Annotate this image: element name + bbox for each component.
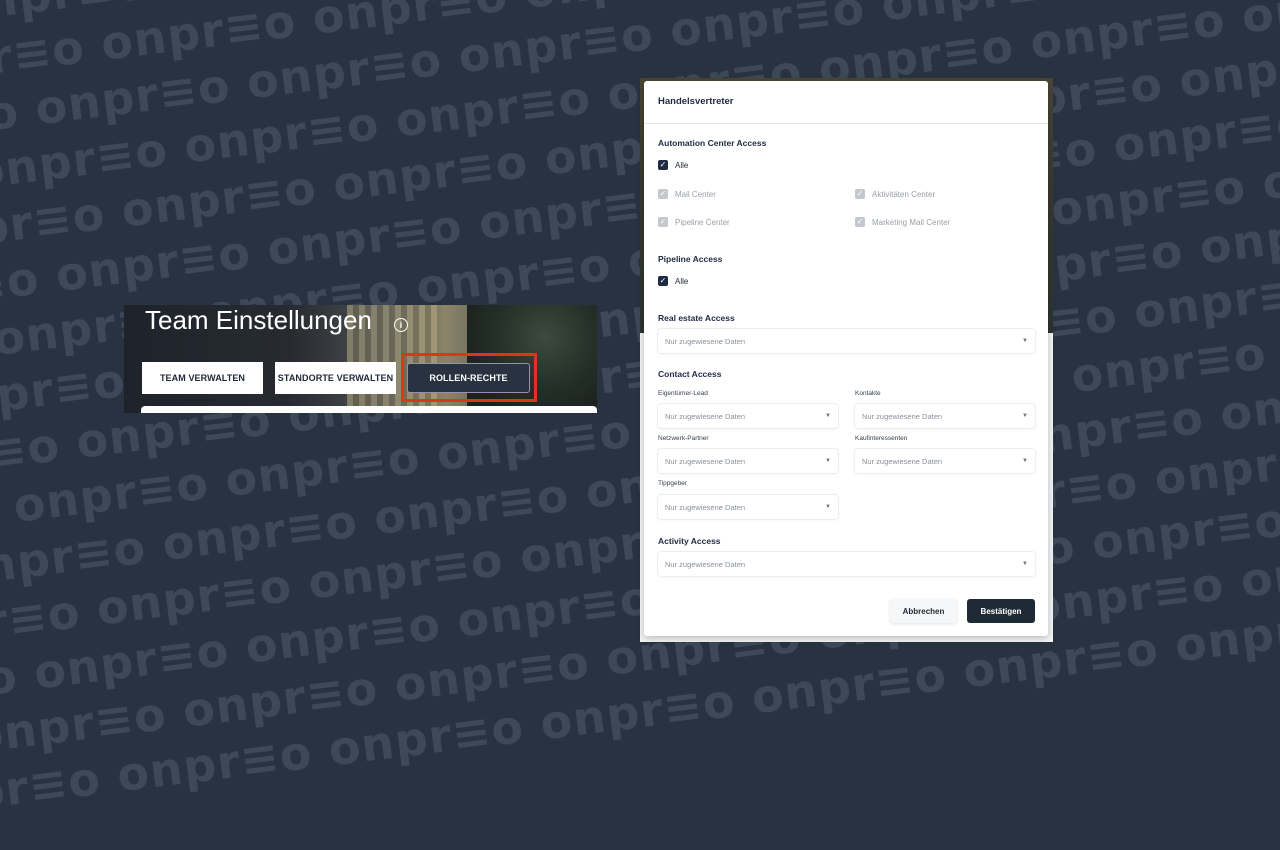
check-icon: ✓: [658, 160, 668, 170]
contact-section-title: Contact Access: [658, 369, 722, 379]
tippgeber-label: Tippgeber: [658, 480, 688, 487]
netzwerk-partner-label: Netzwerk-Partner: [658, 435, 709, 442]
eigentuemer-lead-select[interactable]: Nur zugewiesene Daten ▼: [658, 404, 838, 428]
role-permissions-dialog: Handelsvertreter Automation Center Acces…: [644, 81, 1048, 636]
checkbox-label: Marketing Mail Center: [872, 217, 951, 227]
select-value: Nur zugewiesene Daten: [665, 502, 746, 512]
automation-all-checkbox[interactable]: ✓ Alle: [658, 160, 688, 170]
select-value: Nur zugewiesene Daten: [665, 411, 746, 421]
tab-standorte-verwalten[interactable]: STANDORTE VERWALTEN: [275, 362, 396, 394]
chevron-down-icon: ▼: [825, 504, 831, 510]
team-settings-header: Team Einstellungen i TEAM VERWALTEN STAN…: [124, 305, 597, 413]
select-value: Nur zugewiesene Daten: [665, 559, 746, 569]
chevron-down-icon: ▼: [1022, 338, 1028, 344]
aktivitaeten-center-checkbox[interactable]: ✓ Aktivitäten Center: [855, 189, 935, 199]
chevron-down-icon: ▼: [1022, 561, 1028, 567]
eigentuemer-lead-label: Eigentümer-Lead: [658, 390, 708, 397]
checkbox-label: Alle: [675, 160, 689, 170]
check-icon: ✓: [658, 189, 668, 199]
chevron-down-icon: ▼: [825, 458, 831, 464]
pipeline-section-title: Pipeline Access: [658, 254, 723, 264]
automation-section-title: Automation Center Access: [658, 138, 767, 148]
cancel-button[interactable]: Abbrechen: [890, 599, 957, 623]
check-icon: ✓: [658, 217, 668, 227]
netzwerk-partner-select[interactable]: Nur zugewiesene Daten ▼: [658, 449, 838, 473]
pipeline-center-checkbox[interactable]: ✓ Pipeline Center: [658, 217, 730, 227]
mail-center-checkbox[interactable]: ✓ Mail Center: [658, 189, 716, 199]
page-title: Team Einstellungen: [145, 305, 372, 335]
select-value: Nur zugewiesene Daten: [665, 336, 746, 346]
chevron-down-icon: ▼: [1022, 413, 1028, 419]
dialog-header: Handelsvertreter: [644, 81, 1048, 124]
check-icon: ✓: [658, 276, 668, 286]
tab-team-verwalten[interactable]: TEAM VERWALTEN: [142, 362, 263, 394]
checkbox-label: Alle: [675, 276, 689, 286]
checkbox-label: Mail Center: [675, 189, 716, 199]
kontakte-select[interactable]: Nur zugewiesene Daten ▼: [855, 404, 1035, 428]
checkbox-label: Aktivitäten Center: [872, 189, 936, 199]
tippgeber-select[interactable]: Nur zugewiesene Daten ▼: [658, 495, 838, 519]
activity-select[interactable]: Nur zugewiesene Daten ▼: [658, 552, 1035, 576]
select-value: Nur zugewiesene Daten: [665, 456, 746, 466]
content-card-edge: [141, 406, 597, 413]
info-icon[interactable]: i: [394, 318, 408, 332]
check-icon: ✓: [855, 189, 865, 199]
check-icon: ✓: [855, 217, 865, 227]
chevron-down-icon: ▼: [1022, 458, 1028, 464]
activity-section-title: Activity Access: [658, 536, 721, 546]
watermark-row: onpr≡o onpr≡o onpr≡o onpr≡o onpr≡o onpr≡…: [0, 0, 1280, 60]
kaufinteressenten-select[interactable]: Nur zugewiesene Daten ▼: [855, 449, 1035, 473]
pipeline-all-checkbox[interactable]: ✓ Alle: [658, 276, 688, 286]
kontakte-label: Kontakte: [855, 390, 881, 397]
checkbox-label: Pipeline Center: [675, 217, 730, 227]
confirm-button[interactable]: Bestätigen: [967, 599, 1035, 623]
chevron-down-icon: ▼: [825, 413, 831, 419]
select-value: Nur zugewiesene Daten: [862, 456, 943, 466]
dialog-title: Handelsvertreter: [658, 96, 734, 107]
real-estate-section-title: Real estate Access: [658, 313, 735, 323]
highlight-marker: [401, 353, 537, 402]
kaufinteressenten-label: Kaufinteressenten: [855, 435, 908, 442]
marketing-mail-center-checkbox[interactable]: ✓ Marketing Mail Center: [855, 217, 950, 227]
real-estate-select[interactable]: Nur zugewiesene Daten ▼: [658, 329, 1035, 353]
select-value: Nur zugewiesene Daten: [862, 411, 943, 421]
